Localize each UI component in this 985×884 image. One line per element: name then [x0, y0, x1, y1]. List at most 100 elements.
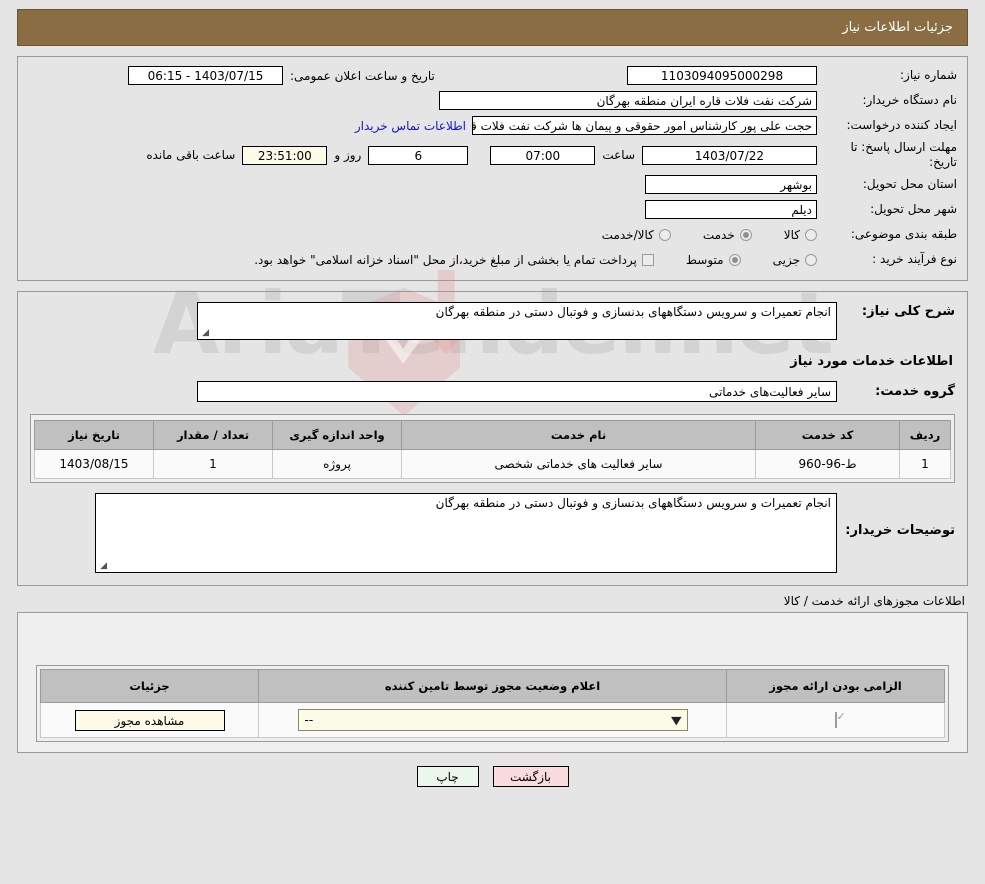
process-label: نوع فرآیند خرید :: [872, 252, 957, 267]
service-group-field[interactable]: سایر فعالیت‌های خدماتی: [197, 381, 837, 402]
radio-icon-goods-service[interactable]: [658, 228, 671, 241]
buyer-notes-value: انجام تعمیرات و سرویس دستگاههای بدنسازی …: [435, 496, 831, 510]
deadline-label: مهلت ارسال پاسخ: تا تاریخ:: [850, 140, 957, 169]
category-row: طبقه بندی موضوعی: کالا خدمت کالا/خدمت: [28, 224, 957, 245]
province-row: استان محل تحویل: بوشهر: [28, 174, 957, 195]
province-label: استان محل تحویل:: [862, 177, 957, 192]
permit-status-select[interactable]: ▼ --: [297, 709, 688, 731]
process-option-medium-label: متوسط: [685, 252, 724, 267]
th-row-no: ردیف: [899, 420, 951, 450]
th-need-date: تاریخ نیاز: [34, 420, 154, 450]
resize-grip-icon[interactable]: ◢: [200, 329, 209, 338]
buyer-org-label: نام دستگاه خریدار:: [862, 93, 958, 108]
back-button[interactable]: بازگشت: [492, 766, 569, 787]
service-group-label: گروه خدمت:: [875, 384, 955, 399]
page-header: جزئیات اطلاعات نیاز: [17, 9, 968, 46]
footer-actions: بازگشت چاپ: [0, 766, 985, 787]
remaining-time-field[interactable]: 23:51:00: [242, 145, 328, 165]
table-row: 1 ط-96-960 سایر فعالیت های خدماتی شخصی پ…: [34, 449, 951, 479]
general-desc-label: شرح کلی نیاز:: [861, 304, 955, 319]
resize-grip-icon-notes[interactable]: ◢: [98, 562, 107, 571]
services-table: ردیف کد خدمت نام خدمت واحد اندازه گیری ت…: [34, 420, 951, 479]
need-number-row: شماره نیاز: 1103094095000298 تاریخ و ساع…: [28, 65, 957, 86]
buyer-notes-textarea[interactable]: انجام تعمیرات و سرویس دستگاههای بدنسازی …: [95, 493, 837, 573]
cell-service-name: سایر فعالیت های خدماتی شخصی: [401, 449, 756, 479]
deadline-time-field[interactable]: 07:00: [490, 145, 596, 165]
city-field[interactable]: دیلم: [645, 200, 817, 219]
treasury-checkbox[interactable]: [641, 253, 654, 266]
process-option-medium[interactable]: متوسط: [686, 253, 741, 267]
need-number-field[interactable]: 1103094095000298: [627, 66, 817, 85]
category-option-service-label: خدمت: [702, 227, 735, 242]
radio-icon-service[interactable]: [739, 228, 752, 241]
print-button[interactable]: چاپ: [416, 766, 479, 787]
th-service-code: کد خدمت: [755, 420, 900, 450]
public-announce-label: تاریخ و ساعت اعلان عمومی:: [290, 68, 435, 83]
category-radio-group: کالا خدمت کالا/خدمت: [576, 228, 817, 242]
cell-permit-required: [726, 702, 945, 738]
cell-unit: پروژه: [272, 449, 402, 479]
process-radio-group: جزیی متوسط پرداخت تمام یا بخشی از مبلغ خ…: [248, 253, 817, 267]
deadline-row: مهلت ارسال پاسخ: تا تاریخ: 1403/07/22 سا…: [28, 140, 957, 170]
category-label: طبقه بندی موضوعی:: [850, 227, 957, 242]
permits-table: الزامی بودن ارائه مجوز اعلام وضعیت مجوز …: [40, 669, 945, 738]
view-permit-button[interactable]: مشاهده مجوز: [74, 709, 225, 731]
cell-service-code: ط-96-960: [755, 449, 900, 479]
permits-table-wrapper: الزامی بودن ارائه مجوز اعلام وضعیت مجوز …: [36, 665, 949, 742]
creator-field[interactable]: حجت علی پور کارشناس امور حقوقی و پیمان ه…: [472, 116, 817, 135]
cell-need-date: 1403/08/15: [34, 449, 154, 479]
public-announce-field[interactable]: 1403/07/15 - 06:15: [128, 66, 283, 85]
permits-panel: الزامی بودن ارائه مجوز اعلام وضعیت مجوز …: [17, 612, 968, 753]
cell-permit-status: ▼ --: [258, 702, 727, 738]
services-section-title: اطلاعات خدمات مورد نیاز: [790, 354, 953, 369]
remaining-time-label: ساعت باقی مانده: [146, 148, 236, 162]
services-table-header-row: ردیف کد خدمت نام خدمت واحد اندازه گیری ت…: [34, 420, 951, 450]
cell-row-no: 1: [899, 449, 951, 479]
services-table-wrapper: ردیف کد خدمت نام خدمت واحد اندازه گیری ت…: [30, 414, 955, 483]
creator-row: ایجاد کننده درخواست: حجت علی پور کارشناس…: [28, 115, 957, 136]
process-option-minor[interactable]: جزیی: [773, 253, 817, 267]
service-group-row: گروه خدمت: سایر فعالیت‌های خدماتی: [30, 381, 955, 402]
general-desc-value: انجام تعمیرات و سرویس دستگاههای بدنسازی …: [435, 305, 831, 319]
radio-icon-minor[interactable]: [805, 253, 817, 266]
deadline-hour-label: ساعت: [602, 148, 635, 162]
need-summary-panel: شماره نیاز: 1103094095000298 تاریخ و ساع…: [17, 56, 968, 281]
permit-required-checkbox: [834, 712, 837, 728]
buyer-org-field[interactable]: شرکت نفت فلات قاره ایران منطقه بهرگان: [439, 91, 817, 110]
category-option-service[interactable]: خدمت: [703, 228, 752, 242]
th-permit-required: الزامی بودن ارائه مجوز: [726, 669, 945, 703]
th-permit-details: جزئیات: [40, 669, 259, 703]
creator-label: ایجاد کننده درخواست:: [846, 118, 957, 133]
category-option-goods-label: کالا: [783, 227, 800, 242]
buyer-notes-label: توضیحات خریدار:: [845, 523, 955, 538]
buyer-org-row: نام دستگاه خریدار: شرکت نفت فلات قاره ای…: [28, 90, 957, 111]
category-option-goods-service[interactable]: کالا/خدمت: [602, 228, 671, 242]
radio-icon-goods[interactable]: [805, 228, 817, 241]
permits-table-row: ▼ -- مشاهده مجوز: [40, 702, 945, 738]
cell-quantity: 1: [153, 449, 273, 479]
th-unit: واحد اندازه گیری: [272, 420, 402, 450]
category-option-goods[interactable]: کالا: [784, 228, 817, 242]
general-desc-textarea[interactable]: انجام تعمیرات و سرویس دستگاههای بدنسازی …: [197, 302, 837, 340]
treasury-note-checkbox-item[interactable]: پرداخت تمام یا بخشی از مبلغ خرید،از محل …: [254, 253, 654, 267]
process-row: نوع فرآیند خرید : جزیی متوسط پرداخت تمام…: [28, 249, 957, 270]
radio-icon-medium[interactable]: [728, 253, 741, 266]
need-details-panel: شرح کلی نیاز: انجام تعمیرات و سرویس دستگ…: [17, 291, 968, 586]
need-number-label: شماره نیاز:: [900, 68, 957, 83]
remaining-days-label: روز و: [334, 148, 362, 162]
deadline-date-field[interactable]: 1403/07/22: [642, 145, 817, 165]
city-row: شهر محل تحویل: دیلم: [28, 199, 957, 220]
buyer-contact-link[interactable]: اطلاعات تماس خریدار: [349, 119, 472, 133]
th-quantity: تعداد / مقدار: [153, 420, 273, 450]
chevron-down-icon: ▼: [670, 713, 682, 727]
process-option-minor-label: جزیی: [772, 252, 800, 267]
category-option-goods-service-label: کالا/خدمت: [601, 227, 654, 242]
th-permit-status: اعلام وضعیت مجوز توسط تامین کننده: [258, 669, 727, 703]
province-field[interactable]: بوشهر: [645, 175, 817, 194]
general-desc-row: شرح کلی نیاز: انجام تعمیرات و سرویس دستگ…: [30, 302, 955, 340]
treasury-note-text: پرداخت تمام یا بخشی از مبلغ خرید،از محل …: [254, 252, 637, 267]
cell-permit-details: مشاهده مجوز: [40, 702, 259, 738]
permits-table-header-row: الزامی بودن ارائه مجوز اعلام وضعیت مجوز …: [40, 669, 945, 703]
remaining-days-field[interactable]: 6: [368, 145, 469, 165]
buyer-notes-row: توضیحات خریدار: انجام تعمیرات و سرویس دس…: [30, 493, 955, 573]
